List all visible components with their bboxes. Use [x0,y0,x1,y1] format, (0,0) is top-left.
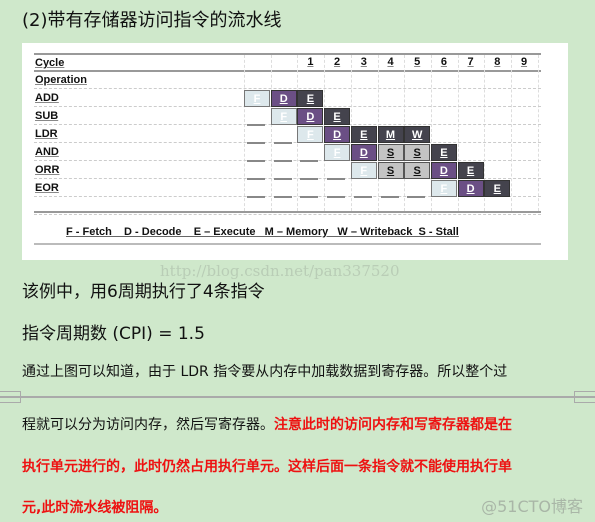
grid-vline [270,55,272,211]
stage-cell-f: F [244,90,270,107]
cycle-number: 2 [334,56,341,68]
empty-slot [300,178,319,180]
stage-cell-e: E [324,108,351,125]
instruction-label: ADD [35,92,59,104]
stage-cell-f: F [350,162,377,179]
legend-rule [34,243,541,245]
cycle-label: Cycle [35,57,65,69]
stage-cell-f: F [270,108,297,125]
empty-slot [273,142,292,144]
cycle-number: 9 [520,56,528,68]
instruction-label: SUB [35,110,59,122]
stage-cell-e: E [297,90,324,107]
empty-slot [300,196,319,198]
paragraph-highlight-3: 元,此时流水线被阻隔。 [22,500,168,516]
stage-cell-d: D [350,144,377,161]
stage-cell-d: D [297,108,324,125]
empty-slot [327,196,346,198]
stage-cell-s: S [404,144,431,161]
empty-slot [247,178,265,180]
paragraph-highlight-2: 执行单元进行的，此时仍然占用执行单元。这样后面一条指令就不能使用执行单 [22,459,512,475]
stage-cell-f: F [430,180,457,197]
stage-cell-s: S [404,162,431,179]
stage-cell-e: E [350,126,377,143]
cycle-number: 8 [494,56,501,68]
empty-slot [247,142,265,144]
top-rule [34,53,541,55]
stage-cell-e: E [430,144,457,161]
empty-slot [273,178,292,180]
stage-cell-e: E [484,180,511,197]
empty-slot [353,196,372,198]
separator-handle-right [574,391,595,403]
bottom-rule [34,211,541,213]
page-separator [0,396,595,398]
empty-slot [327,178,346,180]
empty-slot [300,160,319,162]
stage-cell-f: F [324,144,351,161]
stage-cell-d: D [270,90,297,107]
grid-vline [244,55,245,211]
grid-hline [34,88,541,89]
pipeline-diagram: Cycle Operation F - Fetch D - Decode E –… [22,43,568,260]
cycle-number: 7 [467,56,474,68]
grid-vline [537,55,539,211]
stage-cell-d: D [457,180,484,197]
empty-slot [247,124,265,126]
stage-cell-f: F [297,126,324,143]
paragraph-cycles: 该例中，用6周期执行了4条指令 [22,282,265,302]
separator-handle-left [0,391,21,403]
instruction-label: ORR [35,164,60,176]
text-highlight: 注意此时的访问内存和写寄存器都是在 [274,417,512,433]
paragraph-cpi: 指令周期数 (CPI) = 1.5 [22,324,205,344]
empty-slot [247,160,265,162]
grid-vline [511,55,512,211]
stage-cell-e: E [457,162,484,179]
paragraph-continued: 程就可以分为访问内存，然后写寄存器。注意此时的访问内存和写寄存器都是在 [22,414,512,434]
empty-slot [273,196,292,198]
cycle-number: 4 [387,56,394,68]
header-rule [34,70,541,72]
cycle-number: 1 [307,56,314,68]
site-logo: @51CTO博客 [481,497,583,516]
stage-legend: F - Fetch D - Decode E – Execute M – Mem… [66,226,459,238]
instruction-label: EOR [35,182,59,194]
stage-cell-m: M [377,126,404,143]
stage-cell-w: W [404,126,431,143]
empty-slot [273,160,292,162]
instruction-label: LDR [35,128,58,140]
operation-label: Operation [35,74,87,86]
instruction-label: AND [35,146,59,158]
grid-hline [34,214,541,215]
cycle-number: 5 [414,56,421,68]
stage-cell-d: D [324,126,351,143]
empty-slot [247,196,265,198]
stage-cell-s: S [377,162,404,179]
text-normal: 程就可以分为访问内存，然后写寄存器。 [22,417,274,433]
stage-cell-d: D [430,162,457,179]
cycle-number: 6 [440,56,447,68]
cycle-number: 3 [360,56,367,68]
empty-slot [407,196,426,198]
empty-slot [380,196,399,198]
paragraph-explanation: 通过上图可以知道，由于 LDR 指令要从内存中加载数据到寄存器。所以整个过 [22,364,508,380]
section-title: (2)带有存储器访问指令的流水线 [22,10,282,31]
stage-cell-s: S [377,144,404,161]
